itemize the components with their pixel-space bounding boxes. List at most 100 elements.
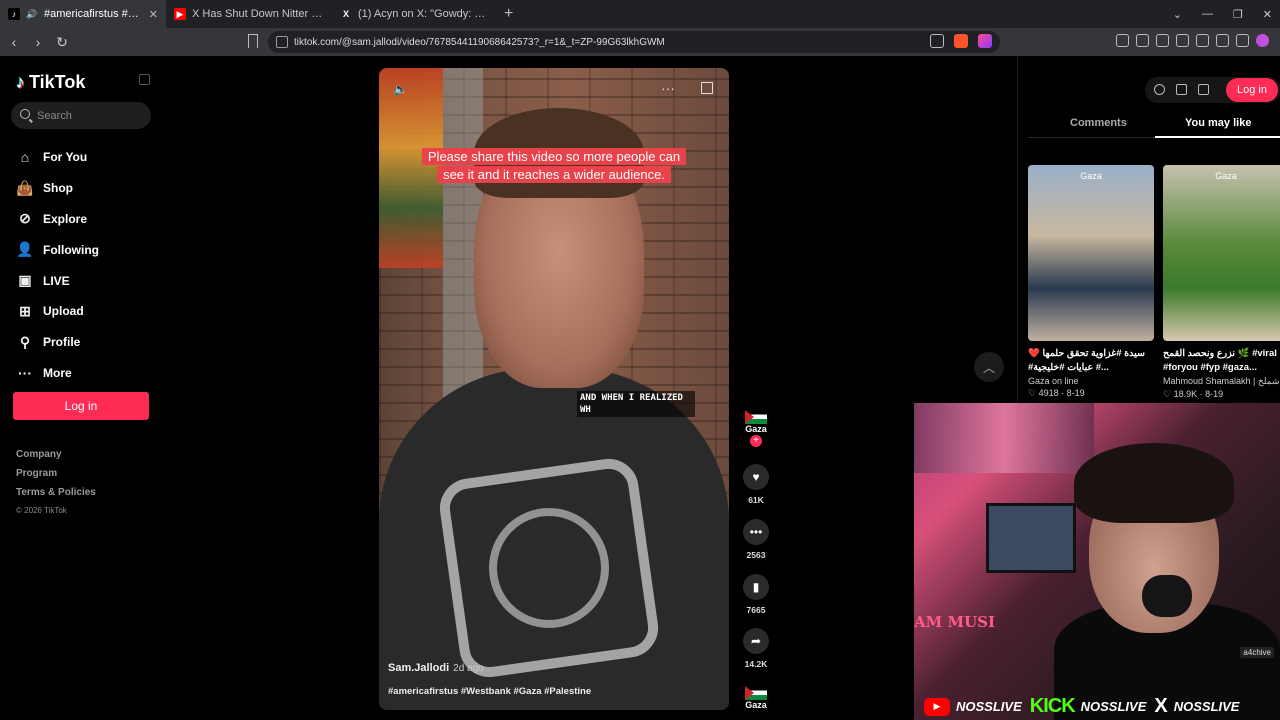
login-button[interactable]: Log in (13, 392, 149, 420)
youtube-handle: NOSSLIVE (956, 699, 1022, 714)
site-info-icon[interactable] (276, 36, 288, 48)
tab-you-may-like[interactable]: You may like (1185, 117, 1251, 129)
chevron-down-icon[interactable]: ⌄ (1173, 8, 1182, 21)
brave-shield-icon[interactable] (954, 34, 968, 48)
x-icon: X (342, 9, 349, 19)
nav-label: Profile (43, 335, 81, 350)
close-window-icon[interactable]: ✕ (1263, 8, 1272, 21)
youtube-icon: ▶ (174, 8, 186, 20)
nav-following[interactable]: 👤 Following (16, 234, 156, 265)
music-icon[interactable] (1156, 34, 1169, 47)
tab-youtube[interactable]: ▶ X Has Shut Down Nitter - YouTube (166, 0, 332, 28)
nav-label: LIVE (43, 273, 70, 288)
footer-link-company[interactable]: Company (16, 449, 96, 468)
rewards-icon[interactable] (978, 34, 992, 48)
video-thumbnail[interactable]: Gaza (1163, 165, 1280, 341)
heart-icon: ♡ (1028, 388, 1039, 398)
tab-comments[interactable]: Comments (1070, 117, 1127, 129)
thumbnail-tag: Gaza (1215, 171, 1237, 181)
video-thumbnail[interactable]: Gaza (1028, 165, 1154, 341)
palestine-flag-icon (745, 410, 767, 424)
sound-button[interactable]: Gaza (740, 686, 772, 710)
comment-button[interactable]: ••• 2563 (740, 519, 772, 560)
avatar[interactable] (1256, 34, 1269, 47)
kick-handle: NOSSLIVE (1080, 699, 1147, 714)
nav-upload[interactable]: ⊞ Upload (16, 296, 156, 327)
card-description: نزرع ونحصد القمح 🌿 #viral (1163, 348, 1277, 359)
maximize-icon[interactable]: ❐ (1233, 8, 1243, 21)
card-date: 8-19 (1066, 388, 1085, 398)
nav-label: Shop (43, 181, 73, 196)
video-author[interactable]: Sam.Jallodi 2d ago (388, 662, 484, 674)
collapse-sidebar-icon[interactable] (139, 74, 150, 85)
share-button[interactable]: ➦ 14.2K (740, 628, 772, 669)
palestine-flag-icon (745, 686, 767, 700)
tab-title: X Has Shut Down Nitter - YouTube (192, 8, 324, 20)
bookmark-icon[interactable] (248, 34, 258, 48)
nav-label: For You (43, 150, 88, 165)
panel-tabs: Comments You may like (1028, 112, 1280, 138)
extension-icon[interactable] (1116, 34, 1129, 47)
wallet-icon[interactable] (1196, 34, 1209, 47)
sparkle-icon[interactable] (1216, 34, 1229, 47)
save-button[interactable]: ▮ 7665 (740, 574, 772, 615)
card-channel[interactable]: Gaza on line (1028, 376, 1154, 386)
video-caption: Please share this video so more people c… (379, 148, 729, 184)
nav-for-you[interactable]: ⌂ For You (16, 142, 156, 173)
nav-live[interactable]: ▣ LIVE (16, 265, 156, 296)
card-description: #عبايات #خليجية #... (1028, 362, 1109, 373)
video-hashtags[interactable]: #americafirstus #Westbank #Gaza #Palesti… (388, 686, 591, 697)
minimize-icon[interactable]: — (1202, 8, 1213, 20)
more-options-icon[interactable]: ··· (661, 80, 675, 96)
search-icon (20, 109, 30, 119)
comment-icon: ••• (743, 519, 769, 545)
coins-icon[interactable] (1154, 84, 1165, 95)
thumbnail-tag: Gaza (1080, 171, 1102, 181)
download-icon[interactable] (1198, 84, 1209, 95)
back-icon[interactable]: ‹ (4, 34, 24, 50)
cam-monitor (986, 503, 1076, 573)
nav-label: More (43, 365, 72, 380)
window-controls: ⌄ — ❐ ✕ (1173, 0, 1272, 28)
close-tab-icon[interactable]: ✕ (149, 8, 158, 21)
url-field[interactable]: tiktok.com/@sam.jallodi/video/7678544119… (268, 31, 1000, 53)
recommended-video-card[interactable]: Gaza ❤️ سيدة #غزاوية تحقق حلمها #عبايات … (1028, 165, 1154, 399)
header-login-button[interactable]: Log in (1226, 78, 1278, 102)
main-nav: ⌂ For You 👜 Shop ⊘ Explore 👤 Following ▣ LIVE… (16, 142, 156, 388)
new-tab-icon[interactable]: + (504, 5, 513, 23)
compass-icon: ⊘ (19, 210, 31, 227)
volume-icon[interactable]: 🔈 (393, 82, 408, 96)
tab-x[interactable]: X (1) Acyn on X: "Gowdy: That's what b (332, 0, 498, 28)
vpn-icon[interactable] (1236, 34, 1249, 47)
search-input[interactable]: Search (11, 102, 151, 129)
nav-label: Upload (43, 304, 84, 319)
nav-label: Following (43, 242, 99, 257)
nav-profile[interactable]: ⚲ Profile (16, 327, 156, 358)
tab-title: #americafirstus #Westbank # (44, 8, 141, 20)
tab-tiktok[interactable]: ♪ 🔊 #americafirstus #Westbank # ✕ (0, 0, 166, 28)
cast-icon[interactable] (930, 34, 944, 48)
extension-icon[interactable] (1136, 34, 1149, 47)
post-age: 2d ago (453, 663, 484, 674)
nav-more[interactable]: ··· More (16, 358, 156, 389)
nav-explore[interactable]: ⊘ Explore (16, 204, 156, 235)
nav-shop[interactable]: 👜 Shop (16, 173, 156, 204)
video-player[interactable]: 🔈 ··· Please share this video so more pe… (379, 68, 729, 710)
recommended-video-card[interactable]: Gaza نزرع ونحصد القمح 🌿 #viral #foryou #… (1163, 165, 1280, 400)
footer-link-terms[interactable]: Terms & Policies (16, 487, 96, 506)
sidebar-icon[interactable] (1176, 34, 1189, 47)
stream-socials: ▶ NOSSLIVE KICK NOSSLIVE X NOSSLIVE (914, 693, 1280, 720)
audio-icon[interactable]: 🔊 (26, 8, 38, 20)
tiktok-logo[interactable]: ♪ TikTok (16, 72, 85, 93)
card-likes: 4918 (1038, 388, 1059, 398)
card-channel[interactable]: Mahmoud Shamalakh | شملخ (1163, 376, 1280, 387)
fullscreen-icon[interactable] (701, 82, 713, 94)
forward-icon[interactable]: › (28, 34, 48, 50)
reload-icon[interactable]: ↻ (52, 34, 72, 51)
phone-icon[interactable] (1176, 84, 1187, 95)
creator-avatar[interactable]: Gaza + (740, 410, 772, 447)
follow-plus-icon[interactable]: + (750, 435, 762, 447)
footer-link-program[interactable]: Program (16, 468, 96, 487)
like-button[interactable]: ♥ 61K (740, 464, 772, 505)
previous-video-button[interactable]: ︿ (974, 352, 1004, 382)
